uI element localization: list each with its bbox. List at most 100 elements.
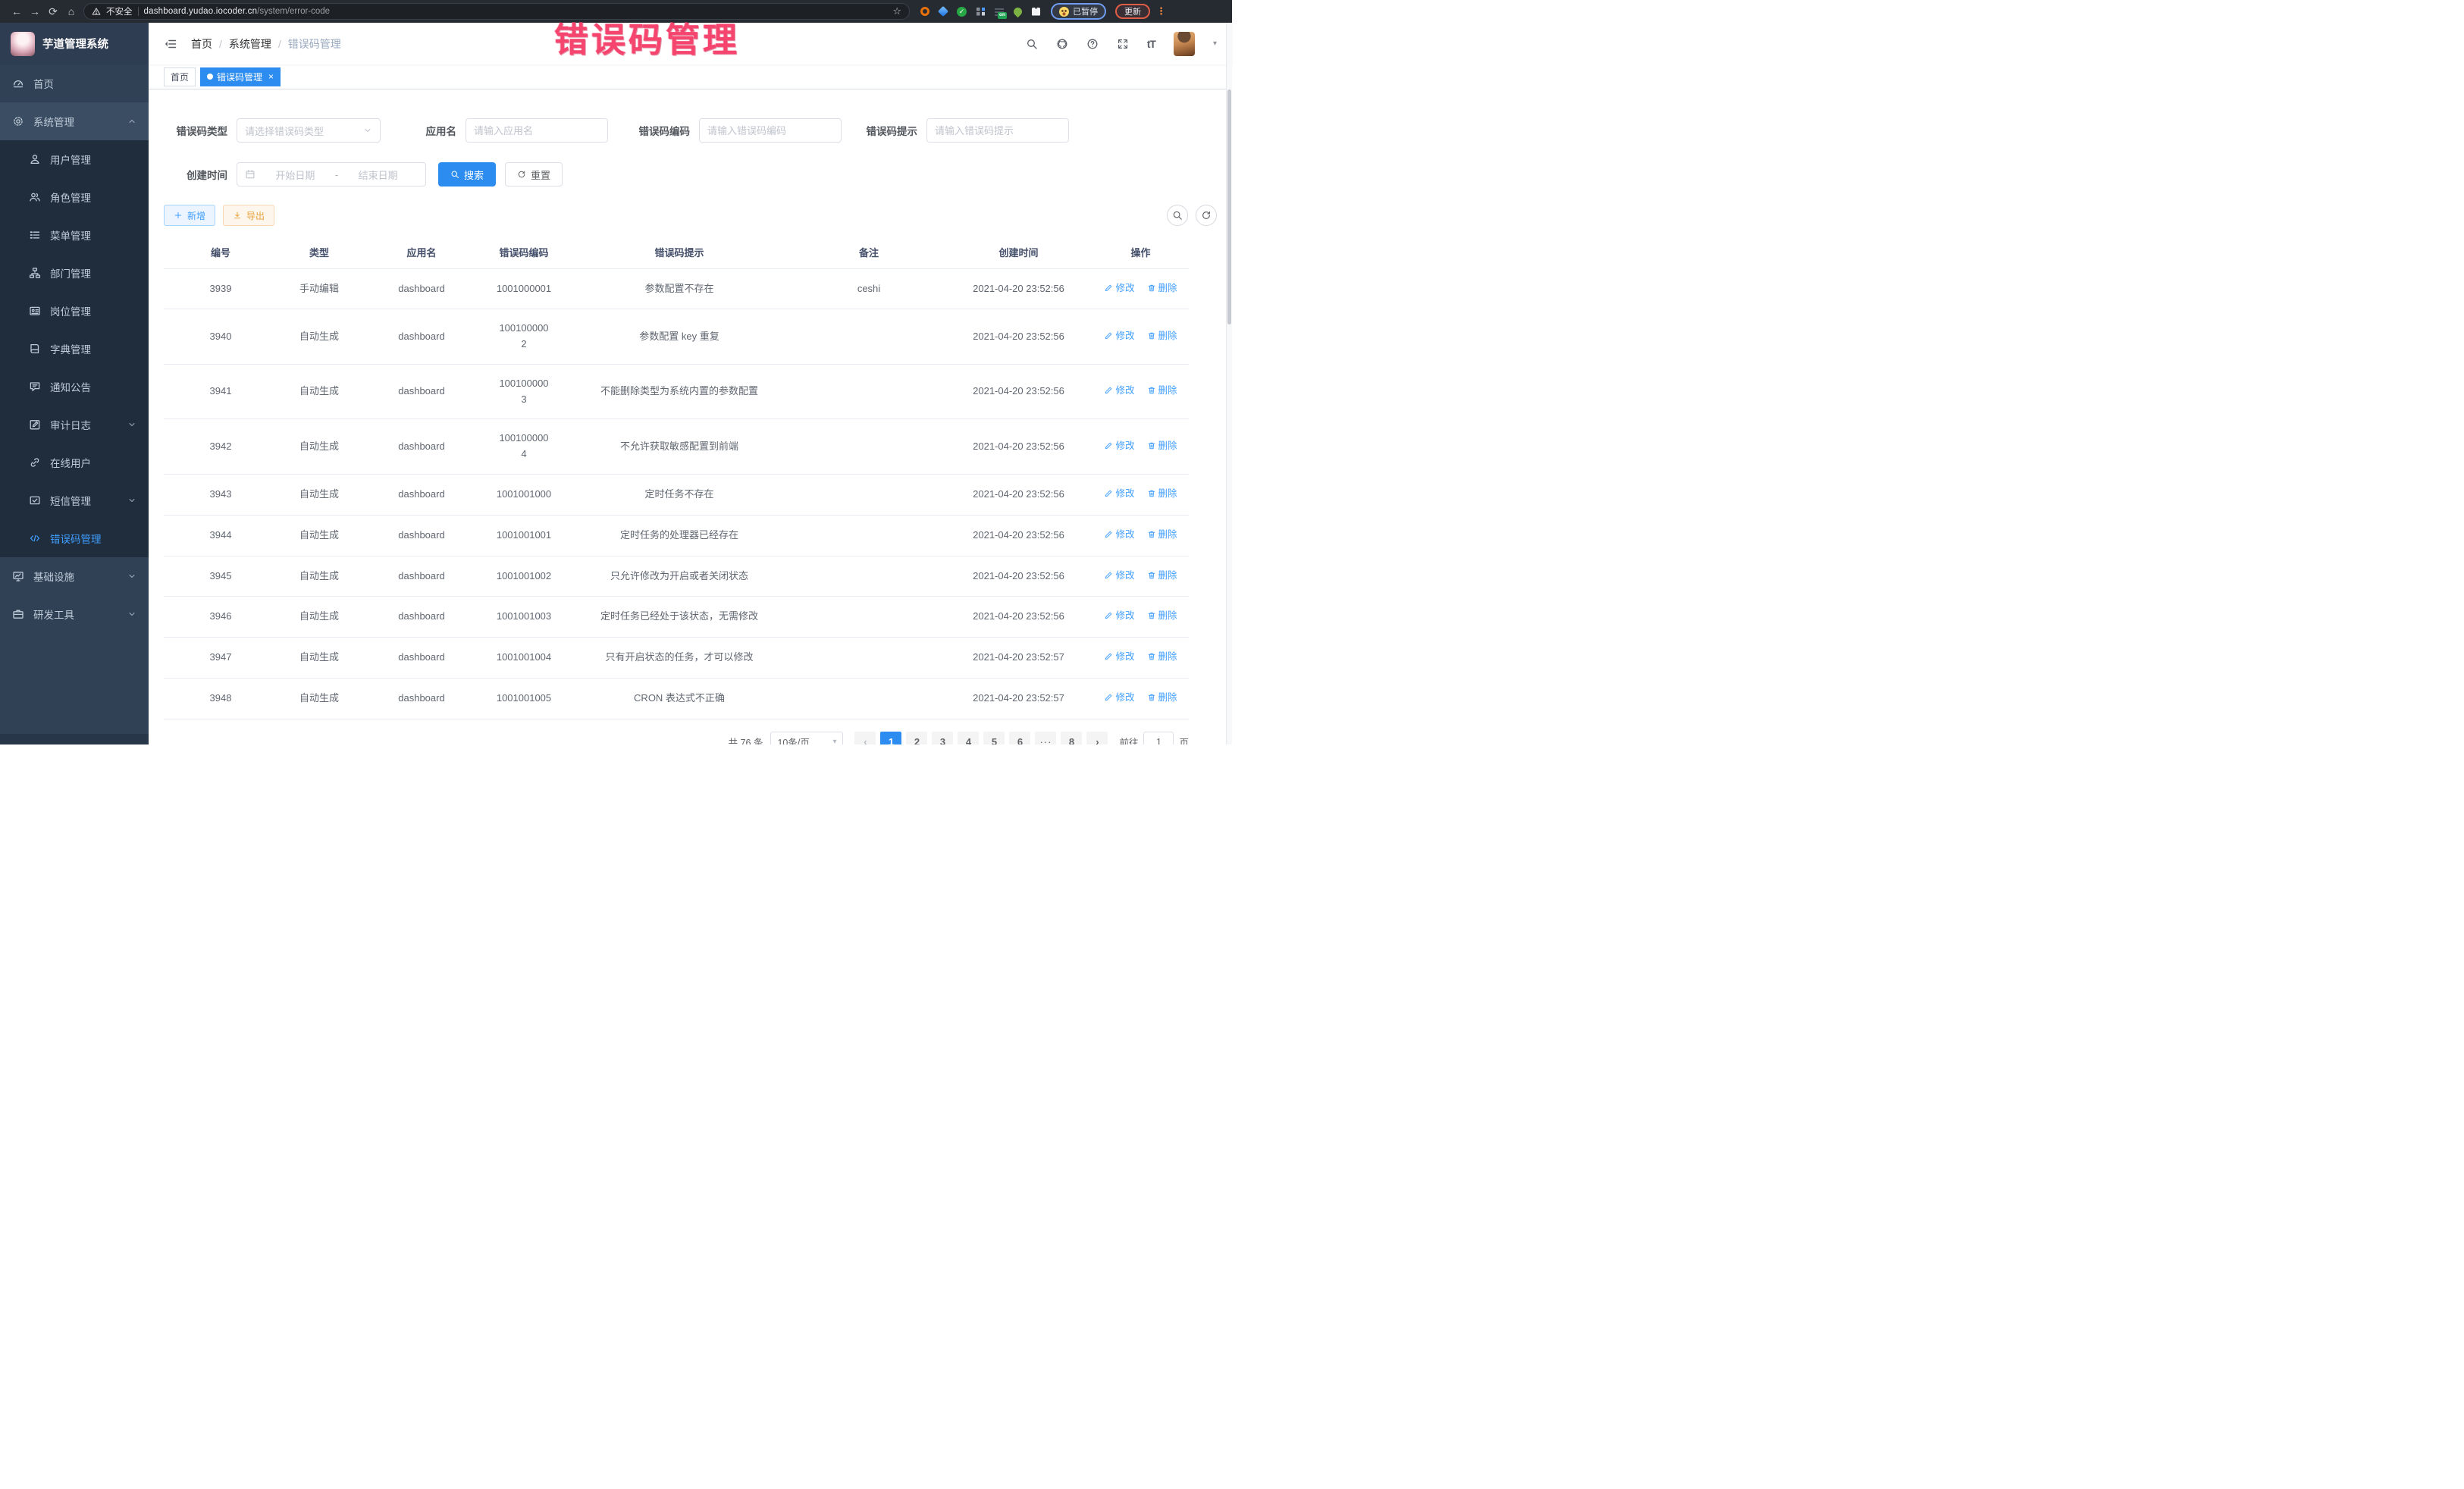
page-button[interactable]: 6 xyxy=(1009,732,1030,744)
page-button[interactable]: 8 xyxy=(1061,732,1082,744)
tag-home[interactable]: 首页 xyxy=(164,67,196,86)
refresh-table-button[interactable] xyxy=(1196,205,1217,226)
close-icon[interactable]: × xyxy=(268,71,274,82)
fullscreen-icon[interactable] xyxy=(1117,38,1129,50)
puzzle-extensions-icon[interactable] xyxy=(1032,8,1040,16)
page-button[interactable]: 1 xyxy=(880,732,901,744)
github-icon[interactable] xyxy=(1056,38,1068,50)
sidebar-item-departments[interactable]: 部门管理 xyxy=(0,254,149,292)
show-search-button[interactable] xyxy=(1167,205,1188,226)
edit-link[interactable]: 修改 xyxy=(1104,608,1134,623)
edit-link[interactable]: 修改 xyxy=(1104,527,1134,542)
date-range-picker[interactable]: 开始日期 - 结束日期 xyxy=(237,162,426,187)
breadcrumb-item[interactable]: 首页 xyxy=(191,36,212,52)
cell-actions: 修改删除 xyxy=(1092,679,1189,719)
sidebar-item-sms[interactable]: 短信管理 xyxy=(0,481,149,519)
sidebar-collapse-strip[interactable] xyxy=(0,734,149,744)
page-button[interactable]: 5 xyxy=(983,732,1005,744)
address-bar[interactable]: 不安全 dashboard.yudao.iocoder.cn/system/er… xyxy=(83,3,910,20)
delete-link[interactable]: 删除 xyxy=(1147,527,1177,542)
error-code-input[interactable] xyxy=(707,125,833,136)
forward-icon[interactable]: → xyxy=(26,0,44,23)
browser-update-button[interactable]: 更新 xyxy=(1115,4,1150,19)
sidebar-item-home[interactable]: 首页 xyxy=(0,64,149,102)
sidebar-item-dict[interactable]: 字典管理 xyxy=(0,330,149,368)
next-page-button[interactable]: › xyxy=(1086,732,1108,744)
sidebar-item-posts[interactable]: 岗位管理 xyxy=(0,292,149,330)
cell-error-message: CRON 表达式不正确 xyxy=(566,679,793,719)
help-icon[interactable] xyxy=(1086,38,1099,50)
edit-link[interactable]: 修改 xyxy=(1104,383,1134,398)
sidebar-item-error-code[interactable]: 错误码管理 xyxy=(0,519,149,557)
avatar[interactable] xyxy=(1174,32,1195,56)
app-logo[interactable]: 芋道管理系统 xyxy=(0,23,149,64)
sidebar-item-audit-log[interactable]: 审计日志 xyxy=(0,406,149,444)
delete-link[interactable]: 删除 xyxy=(1147,328,1177,343)
add-button[interactable]: 新增 xyxy=(164,205,215,226)
delete-link[interactable]: 删除 xyxy=(1147,486,1177,501)
edit-link[interactable]: 修改 xyxy=(1104,568,1134,583)
search-icon[interactable] xyxy=(1026,38,1038,50)
extension-icon[interactable] xyxy=(938,6,948,17)
export-button[interactable]: 导出 xyxy=(223,205,274,226)
page-button[interactable]: 3 xyxy=(932,732,953,744)
delete-link[interactable]: 删除 xyxy=(1147,281,1177,296)
bookmark-star-icon[interactable]: ☆ xyxy=(892,5,901,17)
font-size-icon[interactable]: tT xyxy=(1147,38,1155,50)
sidebar-item-infrastructure[interactable]: 基础设施 xyxy=(0,557,149,595)
edit-link[interactable]: 修改 xyxy=(1104,281,1134,296)
delete-link[interactable]: 删除 xyxy=(1147,649,1177,664)
sidebar-item-menus[interactable]: 菜单管理 xyxy=(0,216,149,254)
page-ellipsis[interactable]: ··· xyxy=(1035,732,1056,744)
delete-link[interactable]: 删除 xyxy=(1147,438,1177,453)
error-type-select[interactable]: 请选择错误码类型 xyxy=(237,118,381,143)
sidebar-item-users[interactable]: 用户管理 xyxy=(0,140,149,178)
cell-memo xyxy=(793,475,945,516)
tag-error-code[interactable]: 错误码管理 × xyxy=(200,67,281,86)
edit-link[interactable]: 修改 xyxy=(1104,328,1134,343)
scrollbar-thumb[interactable] xyxy=(1227,89,1231,324)
home-icon[interactable]: ⌂ xyxy=(62,0,80,23)
reload-icon[interactable]: ⟳ xyxy=(44,0,62,23)
reset-button[interactable]: 重置 xyxy=(505,162,563,187)
sidebar-item-notices[interactable]: 通知公告 xyxy=(0,368,149,406)
extension-icon[interactable]: ✓ xyxy=(957,7,967,17)
end-date-placeholder: 结束日期 xyxy=(338,168,418,182)
table-row: 3943自动生成dashboard1001001000定时任务不存在2021-0… xyxy=(164,475,1189,516)
sidebar-item-dev-tools[interactable]: 研发工具 xyxy=(0,595,149,633)
delete-link[interactable]: 删除 xyxy=(1147,690,1177,705)
profile-paused-chip[interactable]: 已暂停 xyxy=(1051,3,1106,20)
page-button[interactable]: 4 xyxy=(958,732,979,744)
browser-menu-icon[interactable]: ⋮ xyxy=(1156,0,1166,23)
back-icon[interactable]: ← xyxy=(8,0,26,23)
delete-link[interactable]: 删除 xyxy=(1147,608,1177,623)
extension-icon[interactable] xyxy=(977,8,985,16)
extension-icon[interactable] xyxy=(1012,5,1024,17)
error-message-input[interactable] xyxy=(935,125,1061,136)
sidebar-item-online-users[interactable]: 在线用户 xyxy=(0,444,149,481)
edit-link[interactable]: 修改 xyxy=(1104,438,1134,453)
goto-page-input[interactable] xyxy=(1143,732,1174,744)
system-submenu: 用户管理 角色管理 菜单管理 部门管理 岗位管理 字典管理 通知公告 审计日志 xyxy=(0,140,149,557)
edit-link[interactable]: 修改 xyxy=(1104,649,1134,664)
sidebar-item-system[interactable]: 系统管理 xyxy=(0,102,149,140)
page-button[interactable]: 2 xyxy=(906,732,927,744)
edit-link[interactable]: 修改 xyxy=(1104,486,1134,501)
delete-link[interactable]: 删除 xyxy=(1147,568,1177,583)
cell-type: 自动生成 xyxy=(277,679,361,719)
start-date-placeholder: 开始日期 xyxy=(255,168,335,182)
edit-link[interactable]: 修改 xyxy=(1104,690,1134,705)
avatar-caret-icon[interactable]: ▾ xyxy=(1213,39,1217,48)
sidebar-fold-icon[interactable] xyxy=(164,37,177,51)
sidebar-item-roles[interactable]: 角色管理 xyxy=(0,178,149,216)
extension-icon[interactable] xyxy=(920,7,929,16)
breadcrumb-item[interactable]: 系统管理 xyxy=(229,36,271,52)
window-scrollbar[interactable] xyxy=(1226,23,1232,744)
app-name-input[interactable] xyxy=(474,125,600,136)
delete-link[interactable]: 删除 xyxy=(1147,383,1177,398)
prev-page-button[interactable]: ‹ xyxy=(854,732,876,744)
page-size-select[interactable]: 10条/页 ▾ xyxy=(770,732,843,744)
search-button[interactable]: 搜索 xyxy=(438,162,496,187)
extension-icon[interactable]: on xyxy=(995,8,1004,16)
table-row: 3946自动生成dashboard1001001003定时任务已经处于该状态，无… xyxy=(164,597,1189,638)
